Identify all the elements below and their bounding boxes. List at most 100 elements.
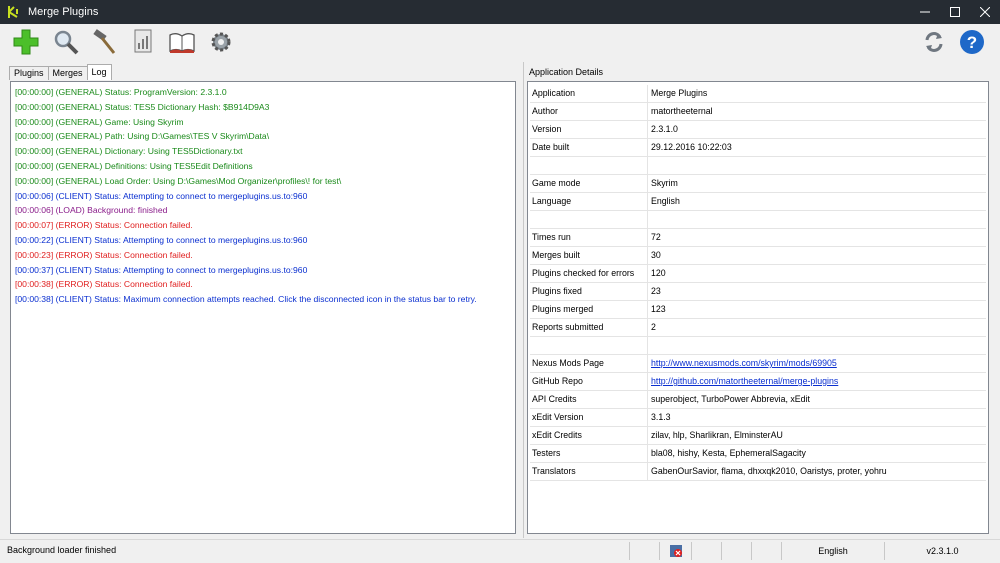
- details-row: Testers bla08, hishy, Kesta, EphemeralSag…: [530, 445, 986, 463]
- log-line: [00:00:00] (GENERAL) Definitions: Using …: [15, 160, 253, 171]
- refresh-icon[interactable]: [920, 28, 948, 56]
- details-key: Plugins fixed: [530, 283, 648, 300]
- details-key: Merges built: [530, 247, 648, 264]
- details-row: Nexus Mods Page http://www.nexusmods.com/…: [530, 355, 986, 373]
- details-row: [530, 157, 986, 175]
- details-key: Application: [530, 85, 648, 102]
- log-line: [00:00:38] (ERROR) Status: Connection fa…: [15, 279, 193, 290]
- details-value: [648, 337, 986, 354]
- log-line: [00:00:22] (CLIENT) Status: Attempting t…: [15, 234, 308, 245]
- log-output[interactable]: [00:00:00] (GENERAL) Status: ProgramVers…: [10, 81, 516, 534]
- log-line: [00:00:00] (GENERAL) Status: ProgramVers…: [15, 87, 227, 97]
- details-link[interactable]: http://www.nexusmods.com/skyrim/mods/699…: [648, 355, 986, 372]
- window-title: Merge Plugins: [28, 6, 99, 18]
- tab-log[interactable]: Log: [86, 64, 112, 80]
- details-row: Version 2.3.1.0: [530, 121, 986, 139]
- svg-text:?: ?: [967, 33, 977, 52]
- app-logo-icon: [6, 4, 22, 20]
- details-value: 23: [651, 286, 661, 296]
- details-row: Game mode Skyrim: [530, 175, 986, 193]
- report-icon[interactable]: [130, 28, 158, 56]
- details-row: Plugins fixed 23: [530, 283, 986, 301]
- details-row: GitHub Repo http://github.com/matortheete…: [530, 373, 986, 391]
- log-line: [00:00:00] (GENERAL) Dictionary: Using T…: [15, 146, 243, 157]
- details-value: 120: [651, 268, 666, 278]
- details-key: Reports submitted: [530, 319, 648, 336]
- log-line: [00:00:06] (CLIENT) Status: Attempting t…: [15, 190, 308, 201]
- details-list: Application Merge Plugins Author matortheet…: [527, 81, 989, 534]
- details-row: Date built 29.12.2016 10:22:03: [530, 139, 986, 157]
- details-key: Author: [530, 103, 648, 120]
- details-key: Nexus Mods Page: [530, 355, 648, 372]
- details-row: Plugins checked for errors 120: [530, 265, 986, 283]
- details-row: xEdit Credits zilav, hlp, Sharlikran, Elm…: [530, 427, 986, 445]
- log-line: [00:00:00] (GENERAL) Load Order: Using D…: [15, 175, 342, 186]
- details-value: [648, 211, 986, 228]
- status-language: English: [781, 542, 884, 560]
- status-cell-empty: [629, 542, 659, 560]
- details-key: Version: [530, 121, 648, 138]
- log-line: [00:00:06] (LOAD) Background: finished: [15, 205, 168, 216]
- details-value: 3.1.3: [651, 412, 671, 422]
- disconnected-icon[interactable]: [659, 542, 691, 560]
- details-value: matortheeternal: [651, 106, 713, 116]
- details-key: Plugins merged: [530, 301, 648, 318]
- details-key: GitHub Repo: [530, 373, 648, 390]
- details-value: English: [651, 196, 680, 206]
- details-row: Translators GabenOurSavior, flama, dhxxqk…: [530, 463, 986, 481]
- details-row: Merges built 30: [530, 247, 986, 265]
- details-value: Merge Plugins: [651, 88, 708, 98]
- splitter[interactable]: [523, 62, 524, 538]
- toolbar: ?: [0, 24, 1000, 60]
- details-row: Times run 72: [530, 229, 986, 247]
- log-line: [00:00:00] (GENERAL) Game: Using Skyrim: [15, 116, 184, 127]
- details-row: Plugins merged 123: [530, 301, 986, 319]
- tab-plugins[interactable]: Plugins: [9, 66, 49, 80]
- details-value: 2.3.1.0: [651, 124, 678, 134]
- details-row: Reports submitted 2: [530, 319, 986, 337]
- gear-icon[interactable]: [207, 28, 235, 56]
- details-row: Language English: [530, 193, 986, 211]
- minimize-icon[interactable]: [910, 0, 940, 24]
- log-line: [00:00:37] (CLIENT) Status: Attempting t…: [15, 264, 308, 275]
- book-icon[interactable]: [168, 28, 196, 56]
- details-value: bla08, hishy, Kesta, EphemeralSagacity: [651, 448, 806, 458]
- log-line: [00:00:38] (CLIENT) Status: Maximum conn…: [15, 294, 477, 305]
- details-value: [648, 157, 986, 174]
- help-icon[interactable]: ?: [958, 28, 986, 56]
- details-key: xEdit Credits: [530, 427, 648, 444]
- tab-merges[interactable]: Merges: [47, 66, 88, 80]
- tab-strip: Plugins Merges Log: [9, 64, 112, 80]
- details-key: Date built: [530, 139, 648, 156]
- details-row: [530, 211, 986, 229]
- details-value: Skyrim: [651, 178, 678, 188]
- details-row: API Credits superobject, TurboPower Abbre…: [530, 391, 986, 409]
- details-value: 2: [651, 322, 656, 332]
- details-key: Translators: [530, 463, 648, 480]
- log-line: [00:00:07] (ERROR) Status: Connection fa…: [15, 220, 193, 231]
- details-key: Testers: [530, 445, 648, 462]
- log-line: [00:00:23] (ERROR) Status: Connection fa…: [15, 249, 193, 260]
- details-key: Times run: [530, 229, 648, 246]
- status-bar: Background loader finished English v2.3.…: [0, 539, 1000, 563]
- details-value: 30: [651, 250, 661, 260]
- details-key: xEdit Version: [530, 409, 648, 426]
- maximize-icon[interactable]: [940, 0, 970, 24]
- close-icon[interactable]: [970, 0, 1000, 24]
- details-value: 123: [651, 304, 666, 314]
- magnifier-icon[interactable]: [52, 28, 80, 56]
- details-header: Application Details: [529, 67, 604, 77]
- details-key: [530, 211, 648, 228]
- status-cell-empty: [691, 542, 721, 560]
- add-plus-icon[interactable]: [12, 28, 40, 56]
- title-bar: Merge Plugins: [0, 0, 1000, 24]
- details-link[interactable]: http://github.com/matortheeternal/merge-…: [648, 373, 986, 390]
- details-key: Game mode: [530, 175, 648, 192]
- hammer-icon[interactable]: [90, 28, 118, 56]
- details-value: 29.12.2016 10:22:03: [651, 142, 732, 152]
- details-key: Plugins checked for errors: [530, 265, 648, 282]
- details-row: xEdit Version 3.1.3: [530, 409, 986, 427]
- status-version: v2.3.1.0: [884, 542, 1000, 560]
- details-row: [530, 337, 986, 355]
- right-panel: Application Details Application Merge Plu…: [526, 62, 994, 538]
